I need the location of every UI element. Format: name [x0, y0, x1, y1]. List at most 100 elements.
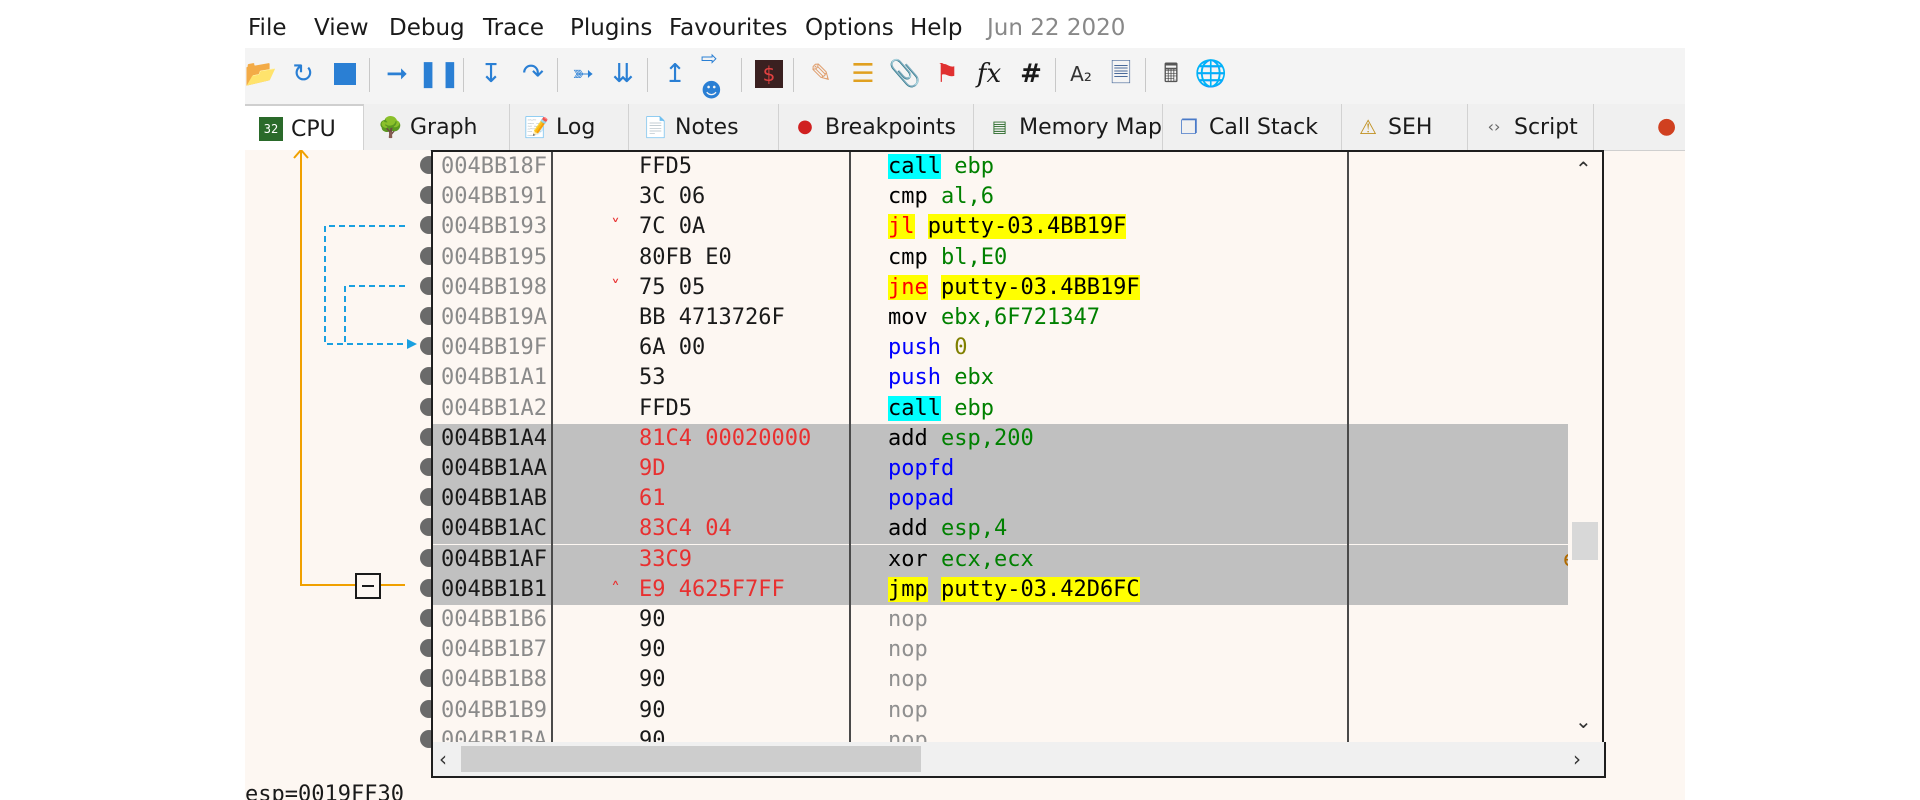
- tab-label: SEH: [1388, 114, 1433, 140]
- operands: ebp: [954, 154, 994, 179]
- bytes-cell: 81C4 00020000: [639, 425, 812, 451]
- disasm-row[interactable]: 004BB198 ˅ 75 05 jne putty-03.4BB19F: [433, 273, 1568, 303]
- run-to-user-code-icon[interactable]: ⇨☻: [701, 46, 733, 102]
- disasm-row[interactable]: 004BB1B9 90 nop: [433, 696, 1568, 726]
- bookmarks-icon[interactable]: ⚑: [931, 58, 963, 90]
- disasm-row[interactable]: 004BB1A2 FFD5 call ebp: [433, 394, 1568, 424]
- instruction-cell: nop: [888, 667, 928, 693]
- step-over-icon[interactable]: ↷: [517, 58, 549, 90]
- disasm-row[interactable]: 004BB1AC 83C4 04 add esp,4: [433, 514, 1568, 545]
- tab-seh[interactable]: ⚠ SEH: [1342, 104, 1468, 150]
- scroll-down-icon[interactable]: ⌄: [1575, 708, 1592, 734]
- column-separator: [1347, 152, 1349, 744]
- toolbar-separator: [1145, 58, 1146, 92]
- menu-options[interactable]: Options: [805, 15, 894, 41]
- run-icon[interactable]: ➞: [381, 58, 413, 90]
- tab-label: Breakpoints: [825, 114, 956, 140]
- font-size-icon[interactable]: A₂: [1065, 58, 1097, 90]
- jump-arrow-jne: [344, 285, 405, 344]
- open-folder-icon[interactable]: 📂: [245, 58, 277, 90]
- disasm-row[interactable]: 004BB1B1 ˄ E9 4625F7FF jmp putty-03.42D6FC: [433, 574, 1568, 605]
- address-cell: 004BB18F: [441, 154, 547, 179]
- address-cell: 004BB1B6: [441, 607, 547, 632]
- instruction-cell: cmp bl,E0: [888, 245, 1007, 271]
- tab-cpu[interactable]: 32 CPU: [245, 104, 364, 152]
- pause-icon[interactable]: ❚❚: [417, 58, 461, 90]
- tab-script[interactable]: ‹› Script: [1468, 104, 1594, 150]
- instruction-cell: nop: [888, 607, 928, 633]
- thread-icon[interactable]: 🗏: [1105, 58, 1137, 90]
- operands: ecx,ecx: [941, 546, 1034, 572]
- disasm-row[interactable]: 004BB195 80FB E0 cmp bl,E0: [433, 243, 1568, 273]
- horizontal-scroll-thumb[interactable]: [461, 746, 921, 772]
- disasm-row[interactable]: 004BB19A BB 4713726F mov ebx,6F721347: [433, 303, 1568, 333]
- disasm-row[interactable]: 004BB193 ˅ 7C 0A jl putty-03.4BB19F: [433, 212, 1568, 242]
- build-date: Jun 22 2020: [987, 15, 1126, 41]
- instruction-cell: nop: [888, 637, 928, 663]
- disasm-row[interactable]: 004BB1B7 90 nop: [433, 635, 1568, 665]
- toolbar-separator: [463, 58, 464, 92]
- x64dbg-window: File View Debug Trace Plugins Favourites…: [245, 0, 1685, 800]
- disasm-row[interactable]: 004BB18F FFD5 call ebp: [433, 152, 1568, 182]
- disasm-row[interactable]: 004BB191 3C 06 cmp al,6: [433, 182, 1568, 212]
- address-cell: 004BB1B8: [441, 667, 547, 693]
- bytes-cell: 83C4 04: [639, 516, 732, 542]
- menu-trace[interactable]: Trace: [483, 15, 544, 41]
- disasm-row[interactable]: 004BB1A4 81C4 00020000 add esp,200: [433, 423, 1568, 454]
- comments-icon[interactable]: ☰: [847, 58, 879, 90]
- disasm-row[interactable]: 004BB1B6 90 nop: [433, 605, 1568, 635]
- toolbar-separator: [1055, 58, 1056, 92]
- scylla-icon[interactable]: $: [753, 58, 785, 90]
- address-cell: 004BB191: [441, 184, 547, 210]
- operands: putty-03.4BB19F: [941, 274, 1140, 300]
- step-into-icon[interactable]: ↧: [475, 58, 507, 90]
- menu-help[interactable]: Help: [910, 15, 962, 41]
- operands: esp,200: [941, 425, 1034, 451]
- disasm-row[interactable]: 004BB1AF33C9xor ecx,ecxecx:": [433, 544, 1570, 575]
- functions-icon[interactable]: fx: [973, 58, 1005, 90]
- more-tabs-icon[interactable]: ●: [1657, 114, 1676, 139]
- menu-plugins[interactable]: Plugins: [570, 15, 652, 41]
- toolbar-separator: [647, 58, 648, 92]
- vertical-scroll-thumb[interactable]: [1572, 522, 1598, 560]
- web-globe-icon[interactable]: 🌐: [1195, 58, 1227, 90]
- column-separator: [849, 152, 851, 744]
- operands: ebx: [954, 365, 994, 391]
- trace-over-icon[interactable]: ⇊: [607, 58, 639, 90]
- tab-call-stack[interactable]: ❐ Call Stack: [1163, 104, 1342, 150]
- bytes-cell: BB 4713726F: [639, 305, 785, 330]
- disasm-row[interactable]: 004BB1AA 9D popfd: [433, 454, 1568, 484]
- tab-label: Notes: [675, 114, 739, 140]
- disasm-row[interactable]: 004BB1A1 53 push ebx: [433, 363, 1568, 393]
- notes-document-icon: 📄: [643, 115, 668, 139]
- labels-icon[interactable]: 📎: [889, 58, 921, 90]
- restart-icon[interactable]: ↻: [287, 58, 319, 90]
- execute-till-return-icon[interactable]: ↥: [659, 58, 691, 90]
- call-stack-icon: ❐: [1180, 115, 1198, 139]
- scroll-right-icon[interactable]: ›: [1573, 746, 1581, 772]
- scroll-left-icon[interactable]: ‹: [439, 746, 447, 772]
- tab-graph[interactable]: 🌳 Graph: [364, 104, 510, 150]
- patch-icon[interactable]: ✎: [805, 58, 837, 90]
- variables-icon[interactable]: #: [1015, 58, 1047, 90]
- disasm-row[interactable]: 004BB1AB 61 popad: [433, 484, 1568, 515]
- disasm-row[interactable]: 004BB1B8 90 nop: [433, 665, 1568, 695]
- tab-breakpoints[interactable]: ● Breakpoints: [779, 104, 974, 150]
- calculator-icon[interactable]: 🖩: [1155, 58, 1187, 90]
- tab-notes[interactable]: 📄 Notes: [629, 104, 779, 150]
- tab-memory-map[interactable]: ▤ Memory Map: [974, 104, 1163, 150]
- horizontal-scrollbar[interactable]: ‹ ›: [431, 742, 1606, 778]
- trace-into-icon[interactable]: ➳: [567, 58, 599, 90]
- bytes-cell: FFD5: [639, 395, 692, 421]
- menu-view[interactable]: View: [314, 15, 369, 41]
- stop-icon[interactable]: [329, 58, 361, 90]
- collapse-block-button[interactable]: [355, 573, 381, 599]
- vertical-scrollbar[interactable]: ⌃ ⌄: [1568, 150, 1604, 746]
- menu-debug[interactable]: Debug: [389, 15, 465, 41]
- menu-favourites[interactable]: Favourites: [669, 15, 787, 41]
- scroll-up-icon[interactable]: ⌃: [1575, 156, 1592, 182]
- menu-file[interactable]: File: [248, 15, 287, 41]
- disasm-row[interactable]: 004BB19F 6A 00 push 0: [433, 333, 1568, 363]
- tab-log[interactable]: 📝 Log: [510, 104, 629, 150]
- disassembly-view[interactable]: 004BB18F FFD5 call ebp 004BB191 3C 06 cmp al,…: [431, 150, 1570, 746]
